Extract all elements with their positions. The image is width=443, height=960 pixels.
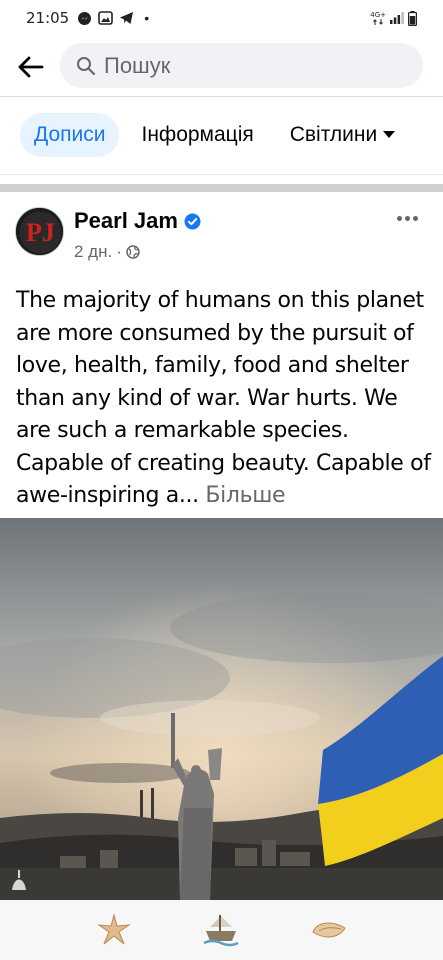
telegram-icon bbox=[120, 12, 134, 24]
post-body: The majority of humans on this planet ar… bbox=[16, 288, 431, 508]
search-icon bbox=[77, 56, 96, 75]
status-bar: 21:05 • 4G+ bbox=[0, 0, 443, 36]
more-options-button[interactable] bbox=[391, 206, 423, 230]
globe-icon bbox=[126, 245, 140, 259]
network-indicator: 4G+ bbox=[370, 10, 386, 25]
page-name[interactable]: Pearl Jam bbox=[74, 208, 201, 234]
tab-photos-label: Світлини bbox=[289, 123, 378, 146]
see-more-link[interactable]: Більше bbox=[205, 483, 285, 508]
pearl-jam-logo: PJ bbox=[16, 208, 63, 255]
tab-photos[interactable]: Світлини bbox=[276, 113, 409, 157]
battery-icon bbox=[408, 10, 417, 26]
dot-icon: • bbox=[144, 10, 150, 26]
verified-badge-icon bbox=[184, 213, 201, 229]
more-dot-icon bbox=[412, 215, 418, 221]
gallery-icon bbox=[98, 11, 114, 25]
tab-posts[interactable]: Дописи bbox=[20, 113, 120, 157]
shell-button[interactable] bbox=[309, 910, 349, 950]
search-placeholder: Пошук bbox=[104, 52, 171, 78]
notification-icons: • bbox=[77, 10, 149, 26]
search-bar: Пошук bbox=[0, 38, 443, 96]
meta-separator: · bbox=[116, 242, 122, 261]
ship-icon bbox=[203, 915, 240, 947]
page-tabs: Дописи Інформація Світлини bbox=[0, 108, 443, 162]
network-label: 4G+ bbox=[370, 10, 386, 19]
post-text: The majority of humans on this planet ar… bbox=[16, 285, 431, 513]
more-dot-icon bbox=[396, 215, 402, 221]
ship-button[interactable] bbox=[201, 910, 241, 950]
back-button[interactable] bbox=[0, 38, 60, 96]
motherland-monument-photo bbox=[0, 518, 443, 900]
header-divider bbox=[0, 96, 443, 97]
section-separator bbox=[0, 184, 443, 192]
messenger-icon bbox=[78, 11, 92, 25]
post-image[interactable] bbox=[0, 518, 443, 900]
signal-icon bbox=[390, 12, 404, 24]
more-dot-icon bbox=[404, 215, 410, 221]
page-name-text: Pearl Jam bbox=[74, 208, 178, 233]
status-right: 4G+ bbox=[370, 10, 417, 26]
post-header: PJ Pearl Jam 2 дн. · bbox=[0, 200, 443, 270]
status-time: 21:05 bbox=[26, 9, 70, 27]
starfish-button[interactable] bbox=[94, 910, 134, 950]
avatar-initials: PJ bbox=[26, 218, 55, 247]
shell-icon bbox=[312, 922, 346, 938]
tab-info[interactable]: Інформація bbox=[127, 113, 267, 157]
starfish-icon bbox=[97, 913, 131, 945]
post-meta: 2 дн. · bbox=[74, 242, 140, 262]
post-time[interactable]: 2 дн. bbox=[74, 242, 112, 262]
tab-info-label: Інформація bbox=[141, 123, 254, 146]
bottom-nav bbox=[0, 900, 443, 960]
search-input[interactable]: Пошук bbox=[60, 43, 423, 88]
avatar[interactable]: PJ bbox=[15, 207, 64, 256]
caret-down-icon bbox=[383, 131, 396, 138]
tab-posts-label: Дописи bbox=[34, 123, 106, 146]
tabs-divider bbox=[0, 174, 443, 175]
data-arrows-icon bbox=[373, 18, 383, 25]
back-arrow-icon bbox=[18, 56, 44, 78]
